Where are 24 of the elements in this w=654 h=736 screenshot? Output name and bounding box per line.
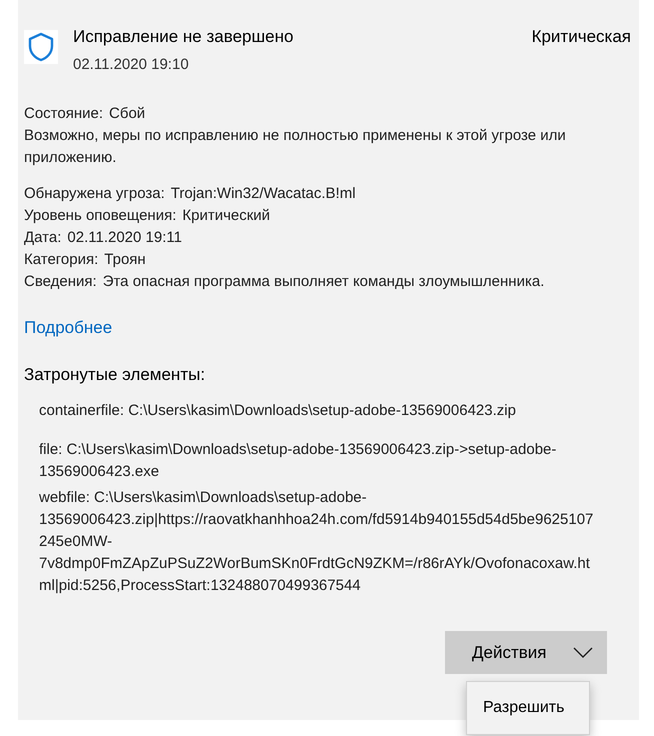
detail-value: Критический [182, 206, 270, 226]
affected-item: containerfile: C:\Users\kasim\Downloads\setup-adobe-13569006423.zip [39, 401, 517, 421]
detail-label: Уровень оповещения: [24, 206, 176, 226]
alert-title: Исправление не завершено [73, 26, 294, 48]
detail-value: Trojan:Win32/Wacatac.B!ml [170, 184, 356, 204]
detail-label: Сведения: [24, 272, 97, 292]
affected-heading: Затронутые элементы: [24, 364, 206, 386]
status-note: Возможно, меры по исправлению не полностью применены к этой угрозе или приложению. [24, 126, 567, 168]
actions-button[interactable]: Действия [445, 631, 607, 674]
detail-label: Дата: [24, 228, 62, 248]
menu-item[interactable]: Разрешить [467, 690, 589, 726]
affected-item: webfile: C:\Users\kasim\Downloads\setup-adobe-13569006423.zip|https://raovatkhanhhoa24h.com/fd5914b940155d54d5be9625107245e0MW-7v8dmp0FmZApZuPSuZ2WorBumSKn0FrdtGcN9ZKM=/r86rAYk/Ovofonacoxaw.html|pid:5256,ProcessStart:132488070499367544 [39, 488, 594, 596]
shield-icon [24, 30, 58, 64]
more-link[interactable]: Подробнее [24, 318, 112, 337]
status-value: Сбой [109, 104, 146, 124]
detail-value: Троян [104, 250, 146, 270]
status-label: Состояние: [24, 104, 104, 124]
severity-label: Критическая [532, 26, 631, 48]
detail-value: 02.11.2020 19:11 [67, 228, 182, 248]
detail-label: Категория: [24, 250, 98, 270]
chevron-down-icon [573, 647, 593, 658]
detail-value: Эта опасная программа выполняет команды злоумышленника. [102, 272, 544, 292]
detail-label: Обнаружена угроза: [24, 184, 165, 204]
alert-date: 02.11.2020 19:10 [73, 55, 190, 75]
